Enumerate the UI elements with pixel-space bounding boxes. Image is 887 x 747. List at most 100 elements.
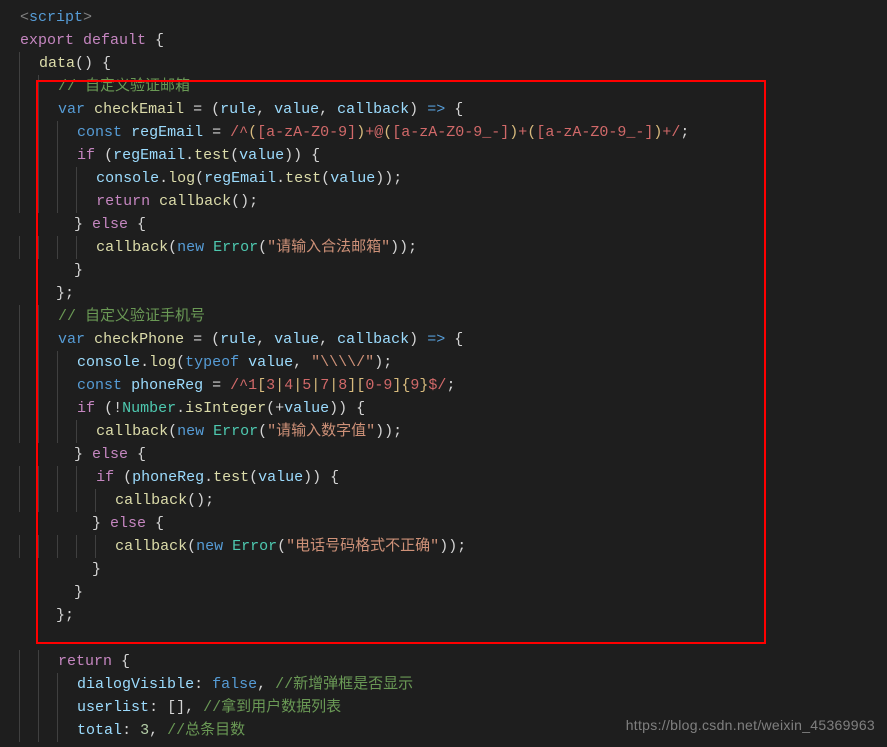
token-str: "请输入数字值" [267,423,375,440]
code-line[interactable]: if (!Number.isInteger(+value)) { [20,397,887,420]
code-line[interactable]: } else { [20,512,887,535]
indent-guide [38,351,58,374]
token-punc [204,423,213,440]
code-line[interactable]: const regEmail = /^([a-zA-Z0-9])+@([a-zA… [20,121,887,144]
code-line[interactable]: } else { [20,443,887,466]
indent-guide [19,351,39,374]
token-cmt: // 自定义验证手机号 [58,308,205,325]
token-punc: . [185,147,194,164]
code-line[interactable]: if (phoneReg.test(value)) { [20,466,887,489]
token-punc: ( [168,423,177,440]
token-reesc: ( [248,124,257,141]
code-line[interactable]: data() { [20,52,887,75]
code-line[interactable]: }; [20,604,887,627]
token-kw: => [427,101,445,118]
code-line[interactable]: callback(new Error("电话号码格式不正确")); [20,535,887,558]
token-var: value [239,147,284,164]
indent-guide [38,144,58,167]
code-line[interactable]: } else { [20,213,887,236]
token-punc: ( [230,147,239,164]
code-line[interactable]: // 自定义验证邮箱 [20,75,887,98]
token-reesc: | [311,377,320,394]
token-cmt: // 自定义验证邮箱 [58,78,190,95]
token-ctrl: else [92,216,128,233]
code-line[interactable]: <script> [20,6,887,29]
code-line[interactable]: // 自定义验证手机号 [20,305,887,328]
code-line[interactable]: } [20,558,887,581]
token-punc: ( [187,538,196,555]
indent-guide [38,75,58,98]
code-line[interactable]: export default { [20,29,887,52]
token-punc: } [20,584,83,601]
code-line[interactable]: return callback(); [20,190,887,213]
indent-guide [76,190,96,213]
token-fn: callback [115,538,187,555]
token-fn: test [194,147,230,164]
code-line[interactable]: } [20,581,887,604]
token-reesc: ) [653,124,662,141]
token-var: dialogVisible [77,676,194,693]
indent-guide [38,236,58,259]
token-ctrl: return [58,653,112,670]
indent-guide [76,167,96,190]
code-line[interactable]: const phoneReg = /^1[3|4|5|7|8][0-9]{9}$… [20,374,887,397]
code-line[interactable]: console.log(regEmail.test(value)); [20,167,887,190]
code-line[interactable]: callback(); [20,489,887,512]
token-punc: { [128,446,146,463]
token-re: [a-zA-Z0-9_-] [392,124,509,141]
token-re: 3 [266,377,275,394]
token-punc: = ( [184,101,220,118]
token-re: 7 [320,377,329,394]
token-punc: ; [446,377,455,394]
code-line[interactable] [20,627,887,650]
code-line[interactable]: userlist: [], //拿到用户数据列表 [20,696,887,719]
token-reesc: ] [392,377,401,394]
indent-guide [38,305,58,328]
indent-guide [19,190,39,213]
code-line[interactable]: callback(new Error("请输入合法邮箱")); [20,236,887,259]
token-punc: (); [187,492,214,509]
token-punc [150,193,159,210]
token-fn: callback [96,423,168,440]
code-line[interactable]: return { [20,650,887,673]
token-str: "请输入合法邮箱" [267,239,390,256]
code-line[interactable]: total: 3, //总条目数 [20,719,887,742]
indent-guide [19,52,39,75]
token-cls: Error [232,538,277,555]
token-punc: } [20,216,92,233]
indent-guide [57,673,77,696]
code-line[interactable]: } [20,259,887,282]
code-line[interactable]: var checkPhone = (rule, value, callback)… [20,328,887,351]
indent-guide [57,489,77,512]
token-punc: } [20,262,83,279]
indent-guide [57,374,77,397]
token-cmt: //新增弹框是否显示 [275,676,413,693]
indent-guide [57,167,77,190]
code-line[interactable]: }; [20,282,887,305]
token-var: callback [337,101,409,118]
indent-guide [38,167,58,190]
token-ctrl: if [77,400,95,417]
indent-guide [57,190,77,213]
indent-guide [38,696,58,719]
token-punc: } [20,561,101,578]
indent-guide [19,144,39,167]
indent-guide [57,121,77,144]
token-punc: , [149,722,167,739]
code-line[interactable]: var checkEmail = (rule, value, callback)… [20,98,887,121]
token-fn: callback [96,239,168,256]
token-punc: { [445,331,463,348]
token-punc [85,101,94,118]
code-line[interactable]: dialogVisible: false, //新增弹框是否显示 [20,673,887,696]
token-ctrl: if [77,147,95,164]
token-var: value [248,354,293,371]
code-line[interactable]: if (regEmail.test(value)) { [20,144,887,167]
token-punc: . [276,170,285,187]
indent-guide [38,466,58,489]
token-cls: Number [122,400,176,417]
token-var: rule [220,331,256,348]
indent-guide [38,650,58,673]
code-line[interactable]: callback(new Error("请输入数字值")); [20,420,887,443]
code-line[interactable]: console.log(typeof value, "\\\\/"); [20,351,887,374]
code-editor[interactable]: <script>export default { data() { // 自定义… [0,0,887,742]
